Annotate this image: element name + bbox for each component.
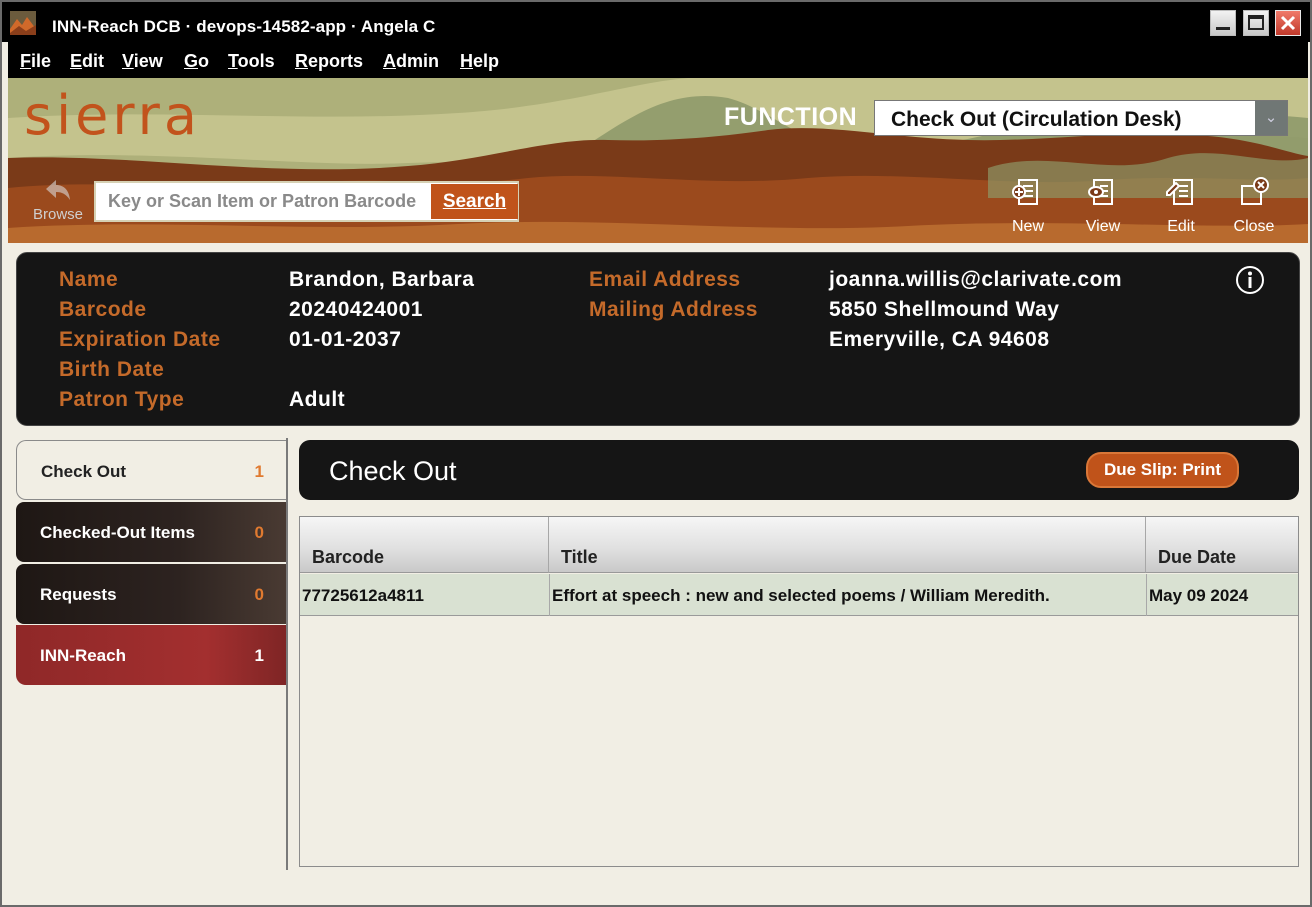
view-button[interactable]: View bbox=[1073, 174, 1133, 236]
new-button[interactable]: New bbox=[998, 174, 1058, 236]
column-divider bbox=[1146, 574, 1147, 616]
function-select[interactable]: Check Out (Circulation Desk) ⌄ bbox=[874, 100, 1288, 136]
menu-view[interactable]: View bbox=[122, 51, 163, 72]
patron-type-label: Patron Type bbox=[59, 388, 185, 411]
tab-label: Check Out bbox=[41, 462, 127, 481]
info-icon[interactable] bbox=[1235, 265, 1265, 295]
tab-count: 1 bbox=[254, 462, 264, 481]
new-label: New bbox=[1011, 218, 1044, 235]
tab-inn-reach[interactable]: INN-Reach 1 bbox=[16, 625, 288, 685]
header-banner: sierra FUNCTION Check Out (Circulation D… bbox=[8, 78, 1308, 243]
menu-reports[interactable]: Reports bbox=[295, 51, 363, 72]
browse-label: Browse bbox=[32, 206, 84, 223]
window-title: INN-Reach DCB · devops-14582-app · Angel… bbox=[52, 17, 436, 36]
email-label: Email Address bbox=[589, 268, 741, 291]
browse-button[interactable]: Browse bbox=[28, 176, 88, 223]
close-window-button[interactable] bbox=[1275, 10, 1301, 36]
edit-button[interactable]: Edit bbox=[1151, 174, 1211, 236]
tab-count: 1 bbox=[254, 646, 264, 665]
edit-record-icon bbox=[1166, 179, 1193, 205]
panel-title: Check Out bbox=[329, 456, 457, 486]
item-title: Effort at speech : new and selected poem… bbox=[552, 586, 1050, 605]
sierra-app-icon bbox=[10, 11, 36, 35]
sierra-logo: sierra bbox=[24, 84, 201, 147]
menu-file[interactable]: File bbox=[20, 51, 51, 72]
column-header-due-date[interactable]: Due Date bbox=[1146, 517, 1298, 573]
column-header-label: Due Date bbox=[1158, 547, 1237, 567]
tab-requests[interactable]: Requests 0 bbox=[16, 564, 288, 624]
tab-label: INN-Reach bbox=[40, 646, 126, 665]
menu-admin[interactable]: Admin bbox=[383, 51, 439, 72]
column-divider bbox=[549, 574, 550, 616]
expiration-date-label: Expiration Date bbox=[59, 328, 221, 351]
birth-date-label: Birth Date bbox=[59, 358, 165, 381]
close-icon bbox=[1280, 15, 1296, 31]
patron-barcode: 20240424001 bbox=[289, 298, 423, 321]
patron-summary-panel: Name Barcode Expiration Date Birth Date … bbox=[16, 252, 1300, 426]
application-window: INN-Reach DCB · devops-14582-app · Angel… bbox=[0, 0, 1312, 907]
back-arrow-icon bbox=[46, 180, 70, 200]
menu-bar: File Edit View Go Tools Reports Admin He… bbox=[8, 42, 1308, 78]
patron-type: Adult bbox=[289, 388, 346, 411]
patron-name: Brandon, Barbara bbox=[289, 268, 475, 291]
column-header-barcode[interactable]: Barcode bbox=[300, 517, 549, 573]
function-select-value: Check Out (Circulation Desk) bbox=[891, 108, 1182, 131]
mailing-address-label: Mailing Address bbox=[589, 298, 758, 321]
patron-address-line1: 5850 Shellmound Way bbox=[829, 298, 1060, 321]
search-button-label: Search bbox=[442, 191, 507, 212]
tab-label: Requests bbox=[40, 585, 117, 604]
tab-checked-out-items[interactable]: Checked-Out Items 0 bbox=[16, 502, 288, 562]
view-label: View bbox=[1085, 218, 1121, 235]
patron-expiration-date: 01-01-2037 bbox=[289, 328, 402, 351]
column-header-label: Barcode bbox=[312, 547, 385, 567]
menu-help[interactable]: Help bbox=[460, 51, 499, 72]
name-label: Name bbox=[59, 268, 119, 291]
menu-tools[interactable]: Tools bbox=[228, 51, 275, 72]
table-row[interactable]: 77725612a4811 Effort at speech : new and… bbox=[300, 574, 1298, 616]
edit-label: Edit bbox=[1167, 218, 1195, 235]
search-button[interactable]: Search bbox=[430, 184, 518, 219]
patron-address-line2: Emeryville, CA 94608 bbox=[829, 328, 1050, 351]
new-record-icon bbox=[1012, 179, 1038, 205]
tab-label: Checked-Out Items bbox=[40, 523, 195, 542]
menu-go[interactable]: Go bbox=[184, 51, 209, 72]
tab-panel-divider bbox=[286, 438, 288, 870]
due-slip-label: Due Slip: Print bbox=[1103, 460, 1222, 479]
checkout-items-table: Barcode Title Due Date 77725612a4811 Eff… bbox=[299, 516, 1299, 867]
item-due-date: May 09 2024 bbox=[1149, 586, 1249, 605]
item-barcode: 77725612a4811 bbox=[302, 586, 424, 605]
title-bar[interactable]: INN-Reach DCB · devops-14582-app · Angel… bbox=[2, 2, 1310, 42]
maximize-icon bbox=[1248, 15, 1264, 30]
minimize-button[interactable] bbox=[1210, 10, 1236, 36]
search-box: Search bbox=[94, 181, 519, 222]
maximize-button[interactable] bbox=[1243, 10, 1269, 36]
patron-email: joanna.willis@clarivate.com bbox=[829, 268, 1123, 291]
barcode-search-input[interactable] bbox=[96, 183, 428, 220]
check-out-panel-header: Check Out Due Slip: Print bbox=[299, 440, 1299, 500]
close-label: Close bbox=[1233, 218, 1275, 235]
close-record-icon bbox=[1241, 177, 1269, 205]
function-label: FUNCTION bbox=[724, 103, 858, 131]
chevron-down-icon[interactable]: ⌄ bbox=[1255, 101, 1287, 135]
column-header-title[interactable]: Title bbox=[549, 517, 1146, 573]
close-record-button[interactable]: Close bbox=[1224, 174, 1284, 236]
minimize-icon bbox=[1216, 27, 1230, 30]
tab-check-out[interactable]: Check Out 1 bbox=[16, 440, 288, 500]
due-slip-print-button[interactable]: Due Slip: Print bbox=[1086, 452, 1239, 488]
barcode-label: Barcode bbox=[59, 298, 147, 321]
tab-count: 0 bbox=[254, 585, 264, 604]
tab-count: 0 bbox=[254, 523, 264, 542]
menu-edit[interactable]: Edit bbox=[70, 51, 104, 72]
column-header-label: Title bbox=[561, 547, 598, 567]
view-record-icon bbox=[1088, 179, 1113, 205]
